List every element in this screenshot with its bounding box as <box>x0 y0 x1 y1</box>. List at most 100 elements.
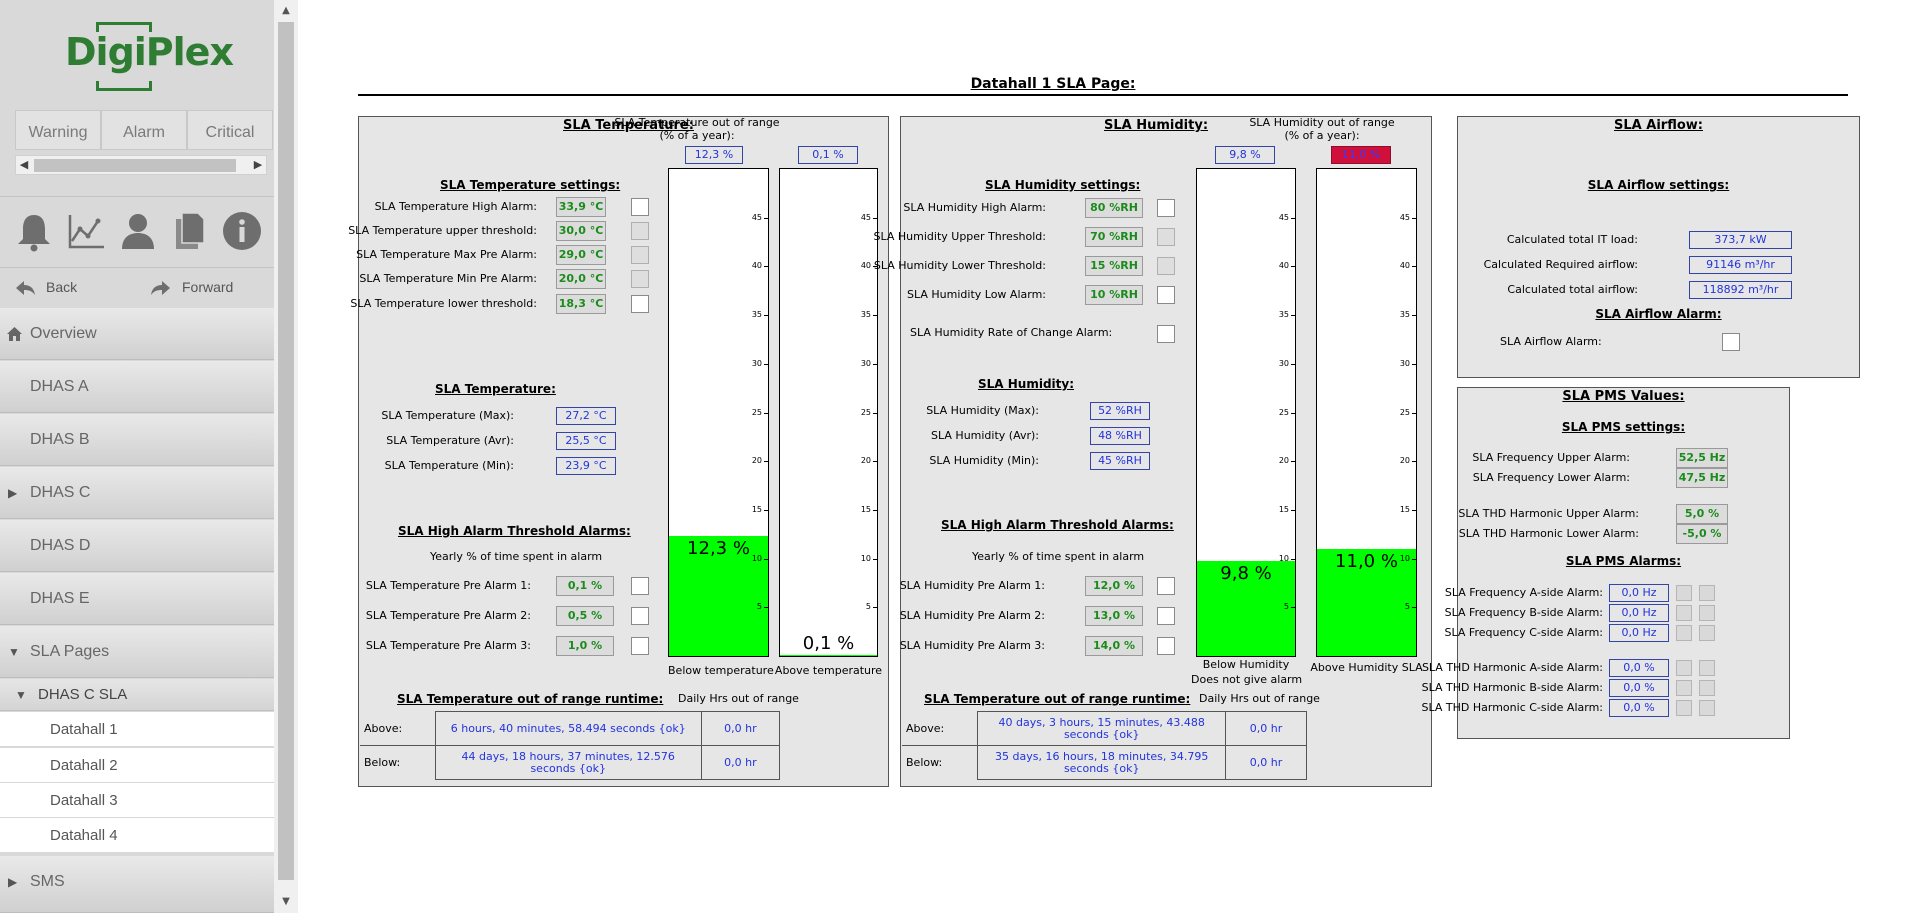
menu-item-dhas-c[interactable]: ▶ DHAS C <box>0 467 274 519</box>
axis-tick-label: 15 <box>860 504 871 514</box>
menu-item-overview[interactable]: Overview <box>0 308 274 360</box>
pms-alarm-indicator[interactable] <box>1676 680 1692 696</box>
bar-value-label: 9,8 % <box>1220 562 1272 584</box>
forward-button[interactable]: Forward <box>150 270 233 304</box>
pms-alarm-indicator[interactable] <box>1676 700 1692 716</box>
nav-back-forward: Back Forward <box>0 268 274 306</box>
chevron-right-icon: ▶ <box>8 875 18 889</box>
user-icon[interactable] <box>116 209 160 253</box>
pms-setting-value: 47,5 Hz <box>1676 468 1728 488</box>
runtime-above-value: 40 days, 3 hours, 15 minutes, 43.488 sec… <box>977 711 1227 746</box>
scroll-down-icon[interactable]: ▼ <box>274 893 298 911</box>
submenu-item-datahall-3[interactable]: Datahall 3 <box>0 783 274 818</box>
forward-label: Forward <box>182 279 234 295</box>
tab-scrollbar[interactable]: ◀ ▶ <box>15 155 267 175</box>
setting-checkbox[interactable] <box>631 198 649 216</box>
pms-alarm-indicator[interactable] <box>1699 700 1715 716</box>
pms-setting-label: SLA THD Harmonic Lower Alarm: <box>1458 527 1639 540</box>
menu-item-dhas-d[interactable]: DHAS D <box>0 520 274 572</box>
scroll-up-icon[interactable]: ▲ <box>274 2 298 20</box>
pms-alarm-indicator[interactable] <box>1676 605 1692 621</box>
pms-alarm-indicator[interactable] <box>1676 660 1692 676</box>
setting-checkbox[interactable] <box>1157 286 1175 304</box>
setting-checkbox[interactable] <box>631 295 649 313</box>
runtime-above-value: 6 hours, 40 minutes, 58.494 seconds {ok} <box>434 711 702 746</box>
tab-warning[interactable]: Warning <box>15 110 101 150</box>
tab-scrollbar-thumb[interactable] <box>34 159 236 172</box>
setting-checkbox[interactable] <box>631 270 649 288</box>
pms-alarm-indicator[interactable] <box>1699 605 1715 621</box>
setting-checkbox[interactable] <box>631 222 649 240</box>
submenu-item-datahall-4[interactable]: Datahall 4 <box>0 818 274 853</box>
temp-current-title: SLA Temperature: <box>435 382 556 396</box>
table-row: Below: 35 days, 16 hours, 18 minutes, 34… <box>902 745 1307 780</box>
pre-alarm-value: 0,5 % <box>556 606 614 626</box>
axis-tick <box>873 461 878 463</box>
pms-title: SLA PMS Values: <box>1562 389 1685 404</box>
pre-alarm-checkbox[interactable] <box>1157 607 1175 625</box>
menu-item-dhas-e[interactable]: DHAS E <box>0 573 274 625</box>
setting-checkbox[interactable] <box>1157 257 1175 275</box>
tab-alarm[interactable]: Alarm <box>101 110 187 150</box>
axis-tick-label: 25 <box>1399 407 1410 417</box>
setting-value: 29,0 °C <box>556 245 606 265</box>
humidity-title: SLA Humidity: <box>1104 118 1209 133</box>
menu-label-sla-pages: SLA Pages <box>30 643 110 660</box>
sidebar-scrollbar[interactable]: ▲ ▼ <box>274 0 298 913</box>
pms-alarm-indicator[interactable] <box>1699 680 1715 696</box>
tab-critical[interactable]: Critical <box>187 110 273 150</box>
axis-tick-label: 15 <box>1399 504 1410 514</box>
airflow-value: 118892 m³/hr <box>1689 281 1792 299</box>
pre-alarm-checkbox[interactable] <box>1157 577 1175 595</box>
pms-setting-label: SLA THD Harmonic Upper Alarm: <box>1458 507 1639 520</box>
setting-value: 80 %RH <box>1085 198 1143 218</box>
setting-checkbox[interactable] <box>1157 228 1175 246</box>
table-row: Above: 40 days, 3 hours, 15 minutes, 43.… <box>902 711 1307 746</box>
pms-setting-label: SLA Frequency Upper Alarm: <box>1472 451 1630 464</box>
scroll-right-icon[interactable]: ▶ <box>250 156 266 174</box>
pre-alarm-checkbox[interactable] <box>631 637 649 655</box>
submenu-item-datahall-2[interactable]: Datahall 2 <box>0 748 274 783</box>
menu-item-dhas-a[interactable]: DHAS A <box>0 361 274 413</box>
pms-alarm-label: SLA Frequency A-side Alarm: <box>1444 586 1603 599</box>
menu-item-sla-pages[interactable]: ▼ SLA Pages <box>0 626 274 678</box>
chart-line-icon[interactable] <box>64 209 108 253</box>
info-icon[interactable] <box>220 209 264 253</box>
setting-checkbox[interactable] <box>1157 199 1175 217</box>
documents-icon[interactable] <box>168 209 212 253</box>
submenu-dhas-c-sla[interactable]: ▼ DHAS C SLA <box>0 679 274 711</box>
submenu-item-datahall-1[interactable]: Datahall 1 <box>0 712 274 747</box>
setting-value: 33,9 °C <box>556 197 606 217</box>
axis-tick-label: 40 <box>1399 261 1410 271</box>
axis-tick-label: 5 <box>1283 602 1289 612</box>
temp-below-caption: Below temperature <box>668 664 774 677</box>
pms-alarm-indicator[interactable] <box>1699 660 1715 676</box>
temp-runtime-table: Above: 6 hours, 40 minutes, 58.494 secon… <box>360 711 781 780</box>
temp-above-caption: Above temperature <box>774 664 883 677</box>
pms-alarm-indicator[interactable] <box>1676 625 1692 641</box>
axis-tick-label: 40 <box>751 261 762 271</box>
hum-rate-checkbox[interactable] <box>1157 325 1175 343</box>
pms-alarm-indicator[interactable] <box>1699 625 1715 641</box>
scroll-left-icon[interactable]: ◀ <box>16 156 32 174</box>
pre-alarm-label: SLA Humidity Pre Alarm 1: <box>899 579 1045 592</box>
hum-runtime-title: SLA Temperature out of range runtime: <box>924 692 1191 706</box>
bell-icon[interactable] <box>12 209 56 253</box>
setting-checkbox[interactable] <box>631 246 649 264</box>
hum-below-caption-2: Does not give alarm <box>1191 673 1303 686</box>
pms-alarm-indicator[interactable] <box>1699 585 1715 601</box>
hum-below-bar: 9,8 % 45 40 35 30 25 20 15 10 5 <box>1196 168 1296 657</box>
sidebar-scrollbar-thumb[interactable] <box>278 22 294 880</box>
menu-item-dhas-b[interactable]: DHAS B <box>0 414 274 466</box>
axis-tick-label: 25 <box>751 407 762 417</box>
airflow-alarm-checkbox[interactable] <box>1722 333 1740 351</box>
pms-setting-value: 52,5 Hz <box>1676 448 1728 468</box>
toolbar-icons <box>0 196 274 268</box>
pre-alarm-checkbox[interactable] <box>631 577 649 595</box>
pms-alarm-indicator[interactable] <box>1676 585 1692 601</box>
pre-alarm-checkbox[interactable] <box>1157 637 1175 655</box>
menu-item-sms[interactable]: ▶ SMS <box>0 856 274 913</box>
pre-alarm-checkbox[interactable] <box>631 607 649 625</box>
pms-alarm-value: 0,0 % <box>1609 659 1669 677</box>
back-button[interactable]: Back <box>14 270 77 304</box>
